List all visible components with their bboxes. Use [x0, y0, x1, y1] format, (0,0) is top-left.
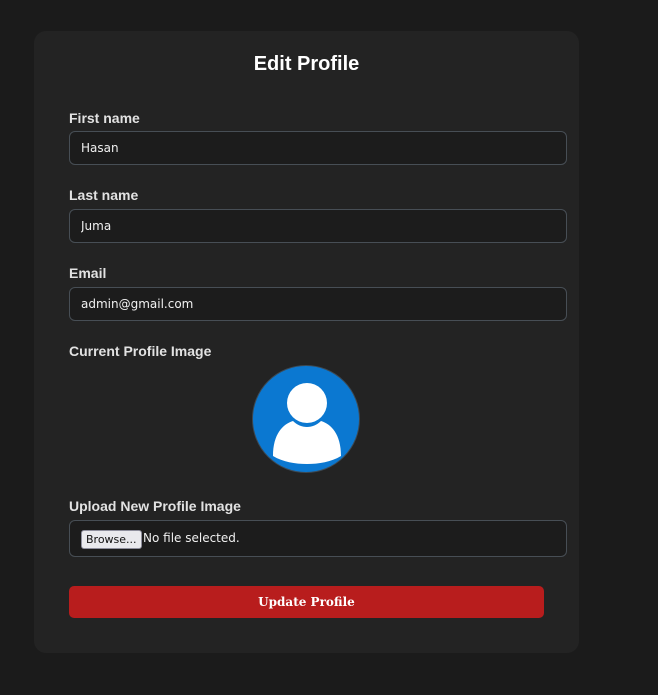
first-name-label: First name [69, 110, 140, 126]
update-profile-button[interactable]: Update Profile [69, 586, 544, 618]
edit-profile-card: Edit Profile First name Last name Email … [34, 31, 579, 653]
email-field[interactable] [69, 287, 567, 321]
current-image-label: Current Profile Image [69, 343, 212, 359]
last-name-field[interactable] [69, 209, 567, 243]
profile-image-file-input[interactable]: Browse... No file selected. [69, 520, 567, 557]
user-avatar-icon [273, 383, 341, 464]
last-name-label: Last name [69, 187, 139, 203]
file-status-text: No file selected. [143, 531, 240, 545]
browse-button[interactable]: Browse... [81, 530, 142, 549]
upload-image-label: Upload New Profile Image [69, 498, 241, 514]
email-label: Email [69, 265, 107, 281]
page-title: Edit Profile [253, 53, 360, 75]
first-name-field[interactable] [69, 131, 567, 165]
current-profile-image [252, 365, 360, 473]
